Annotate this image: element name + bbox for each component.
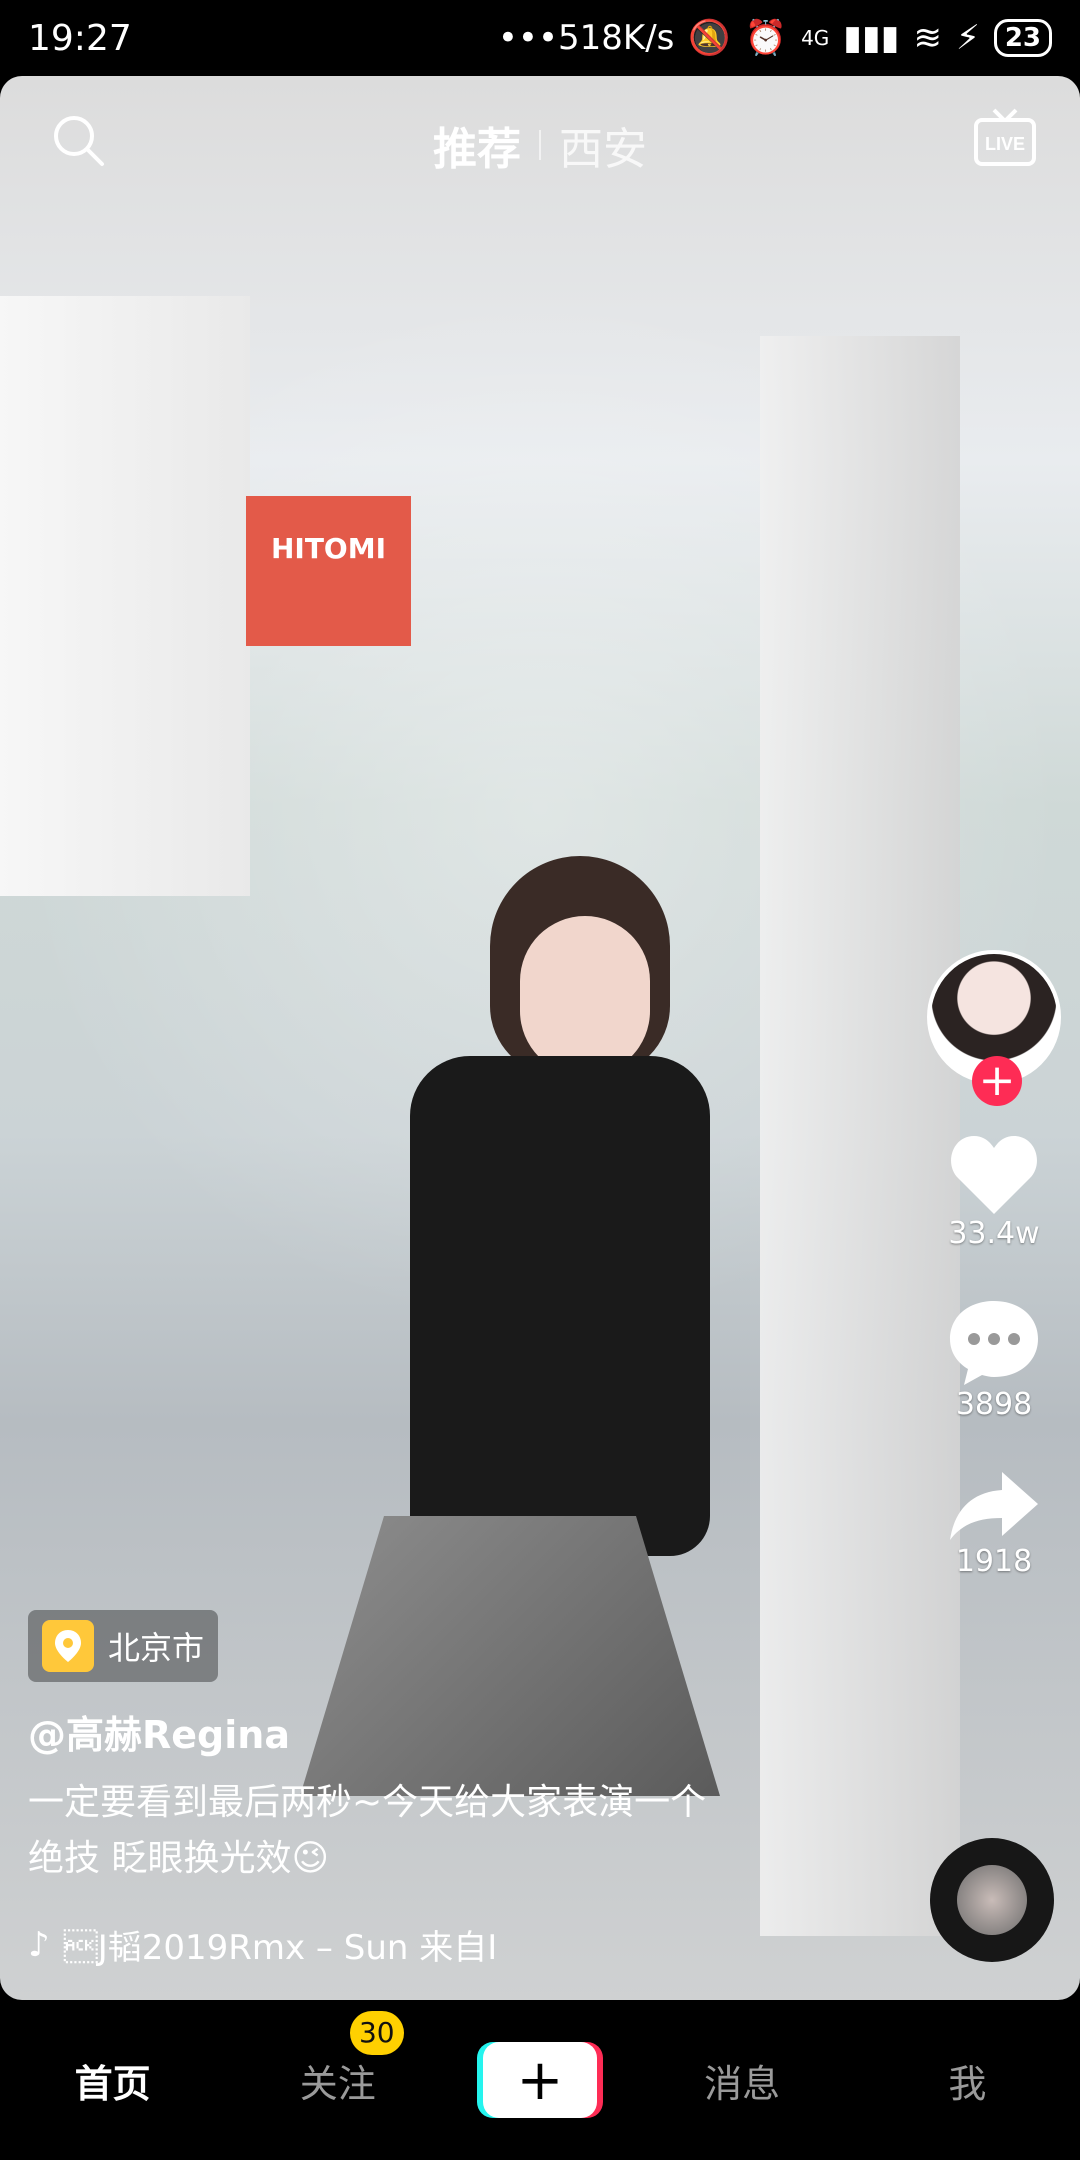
tab-recommend[interactable]: 推荐: [415, 113, 539, 177]
battery-level: 23: [993, 19, 1052, 57]
comment-count: 3898: [955, 1387, 1033, 1422]
nav-me[interactable]: 我: [887, 2053, 1047, 2108]
creator-username[interactable]: @高赫Regina: [28, 1704, 828, 1759]
live-icon[interactable]: LIVE: [970, 104, 1040, 174]
create-button[interactable]: +: [482, 2042, 597, 2118]
creator-avatar[interactable]: +: [927, 950, 1061, 1106]
top-tabs: 推荐 西安: [0, 100, 1080, 190]
scene-pillar-left: [0, 296, 250, 896]
share-action[interactable]: 1918: [946, 1468, 1042, 1579]
comment-icon[interactable]: [946, 1297, 1042, 1387]
charging-icon: ⚡: [955, 18, 980, 58]
location-pin-icon: [42, 1620, 94, 1672]
caption-line-1: 一定要看到最后两秒~今天给大家表演一个: [28, 1782, 707, 1823]
wifi-icon: ≋: [913, 18, 942, 58]
status-bar: 19:27 •••518K/s 🔕 ⏰ 4G ▮▮▮ ≋ ⚡ 23: [0, 0, 1080, 76]
nav-following-label: 关注: [299, 2061, 376, 2106]
network-type: 4G: [801, 26, 830, 50]
music-disc[interactable]: [930, 1838, 1054, 1962]
status-time: 19:27: [28, 17, 132, 59]
music-info[interactable]: ♪ J韬2019Rmx – Sun 来自I: [28, 1920, 548, 1969]
plus-icon: +: [516, 2047, 564, 2113]
alarm-icon: ⏰: [744, 18, 788, 58]
location-label: 北京市: [108, 1629, 205, 1667]
mute-icon: 🔕: [688, 18, 731, 58]
share-icon[interactable]: [946, 1468, 1042, 1544]
shop-sign: HITOMI: [246, 496, 411, 646]
nav-following[interactable]: 关注 30: [258, 2010, 418, 2108]
post-info: 北京市 @高赫Regina 一定要看到最后两秒~今天给大家表演一个 绝技 眨眼换…: [28, 1610, 828, 1887]
following-badge: 30: [349, 2010, 404, 2055]
caption-line-2: 绝技 眨眼换光效😉: [28, 1838, 329, 1879]
follow-plus-button[interactable]: +: [972, 1056, 1022, 1106]
like-action[interactable]: 33.4w: [946, 1130, 1042, 1251]
nav-messages[interactable]: 消息: [662, 2053, 822, 2108]
share-count: 1918: [955, 1544, 1033, 1579]
tab-local[interactable]: 西安: [541, 113, 665, 177]
nav-home[interactable]: 首页: [33, 2053, 193, 2108]
music-note-icon: ♪: [28, 1924, 50, 1965]
like-count: 33.4w: [948, 1216, 1040, 1251]
action-sidebar: + 33.4w 3898 1918: [924, 950, 1064, 1579]
music-disc-cover: [957, 1865, 1027, 1935]
location-tag[interactable]: 北京市: [28, 1610, 219, 1682]
video-caption: 一定要看到最后两秒~今天给大家表演一个 绝技 眨眼换光效😉: [28, 1775, 828, 1887]
heart-icon[interactable]: [946, 1130, 1042, 1216]
svg-text:LIVE: LIVE: [985, 134, 1025, 154]
comment-action[interactable]: 3898: [946, 1297, 1042, 1422]
status-icons: •••518K/s 🔕 ⏰ 4G ▮▮▮ ≋ ⚡ 23: [498, 18, 1052, 58]
bottom-nav: 首页 关注 30 + 消息 我: [0, 2000, 1080, 2160]
signal-icon: ▮▮▮: [843, 18, 900, 58]
network-speed: •••518K/s: [497, 18, 675, 58]
music-title: J韬2019Rmx – Sun 来自I: [63, 1928, 498, 1968]
